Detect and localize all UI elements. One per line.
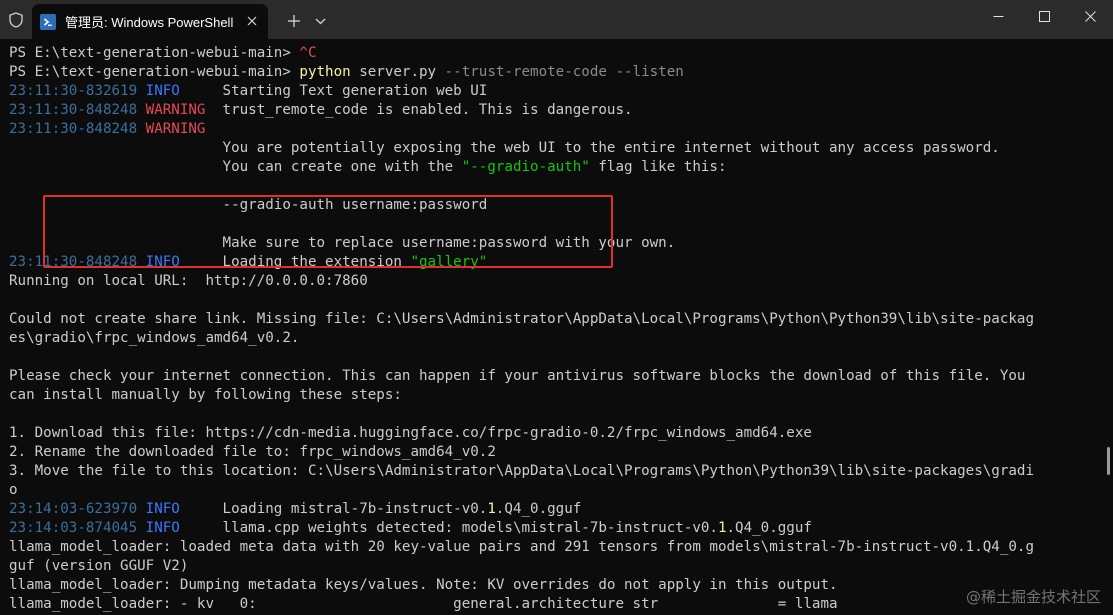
terminal-text: flag like this: — [589, 159, 727, 175]
terminal-text: PS E:\text-generation-webui-main> — [9, 64, 300, 80]
terminal-line: llama_model_loader: Dumping metadata key… — [9, 576, 838, 595]
terminal-text: can install manually by following these … — [9, 387, 402, 403]
terminal-text: Loading mistral-7b-instruct-v0. — [179, 501, 488, 517]
terminal-text: PS E:\text-generation-webui-main> — [9, 45, 300, 61]
terminal-text: --trust-remote-code --listen — [444, 64, 684, 80]
terminal-text: llama.cpp weights detected: models\mistr… — [179, 520, 718, 536]
plus-icon — [288, 15, 300, 27]
terminal-line: 23:11:30-848248 INFO Loading the extensi… — [9, 253, 487, 272]
maximize-icon — [1038, 10, 1050, 22]
terminal-text: 23:14:03-874045 — [9, 520, 138, 536]
terminal-text: 1 — [717, 520, 727, 536]
terminal-line: You are potentially exposing the web UI … — [9, 139, 1000, 158]
terminal-line: 23:11:30-848248 WARNING — [9, 120, 205, 139]
terminal-line: Please check your internet connection. T… — [9, 367, 1025, 386]
terminal-text: es\gradio\frpc_windows_amd64_v0.2. — [9, 330, 300, 346]
new-tab-button[interactable] — [280, 7, 308, 35]
powershell-icon — [40, 13, 56, 30]
minimize-button[interactable] — [975, 0, 1021, 32]
terminal-line: --gradio-auth username:password — [9, 196, 488, 215]
terminal-text: INFO — [145, 520, 180, 536]
close-icon — [1084, 10, 1096, 22]
tab-powershell[interactable]: 管理员: Windows PowerShell — [32, 4, 268, 39]
minimize-icon — [993, 15, 1003, 17]
title-bar: 管理员: Windows PowerShell — [0, 0, 1113, 39]
terminal-text: INFO — [145, 501, 180, 517]
terminal-line: Could not create share link. Missing fil… — [9, 310, 1034, 329]
terminal-text: o — [9, 482, 18, 498]
terminal-text: .Q4_0.gguf — [726, 520, 812, 536]
tab-close-icon[interactable] — [244, 13, 260, 29]
terminal-text: 23:11:30-832619 — [9, 83, 138, 99]
tab-dropdown-button[interactable] — [308, 7, 332, 35]
terminal-text: Please check your internet connection. T… — [9, 368, 1026, 384]
tab-title: 管理员: Windows PowerShell — [65, 15, 234, 30]
terminal-line: 3. Move the file to this location: C:\Us… — [9, 462, 1034, 481]
terminal-text: 23:11:30-848248 — [9, 254, 138, 270]
terminal-text: Loading the extension — [179, 254, 411, 270]
terminal-text: trust_remote_code is enabled. This is da… — [205, 102, 633, 118]
terminal-text: You are potentially exposing the web UI … — [9, 140, 1000, 156]
terminal-text: 23:11:30-848248 — [9, 102, 138, 118]
terminal-text: INFO — [145, 83, 180, 99]
terminal-line: 23:11:30-848248 WARNING trust_remote_cod… — [9, 101, 633, 120]
terminal-text: llama_model_loader: loaded meta data wit… — [9, 539, 1034, 555]
terminal-text: WARNING — [145, 121, 206, 137]
terminal-line: PS E:\text-generation-webui-main> ^C — [9, 44, 317, 63]
terminal-line: 23:11:30-832619 INFO Starting Text gener… — [9, 82, 487, 101]
terminal-text: llama_model_loader: - kv 0: general.arch… — [9, 596, 838, 612]
terminal-text: WARNING — [145, 102, 206, 118]
terminal-output[interactable]: PS E:\text-generation-webui-main> ^C PS E… — [0, 39, 1102, 615]
terminal-text: guf (version GGUF V2) — [9, 558, 189, 574]
terminal-text: INFO — [145, 254, 180, 270]
terminal-line: 23:14:03-874045 INFO llama.cpp weights d… — [9, 519, 812, 538]
terminal-text: 3. Move the file to this location: C:\Us… — [9, 463, 1034, 479]
terminal-text: You can create one with the — [9, 159, 462, 175]
terminal-line: llama_model_loader: - kv 0: general.arch… — [9, 595, 838, 614]
terminal-text: Running on local URL: http://0.0.0.0:786… — [9, 273, 368, 289]
scrollbar-thumb[interactable] — [1107, 447, 1110, 475]
terminal-line: You can create one with the "--gradio-au… — [9, 158, 727, 177]
terminal-text: 23:14:03-623970 — [9, 501, 138, 517]
terminal-text: python — [299, 64, 351, 80]
terminal-text: 23:11:30-848248 — [9, 121, 138, 137]
terminal-text: Starting Text generation web UI — [179, 83, 488, 99]
terminal-line: can install manually by following these … — [9, 386, 402, 405]
terminal-line: llama_model_loader: loaded meta data wit… — [9, 538, 1034, 557]
scrollbar[interactable] — [1102, 39, 1113, 615]
terminal-line: 23:14:03-623970 INFO Loading mistral-7b-… — [9, 500, 581, 519]
terminal-text: Make sure to replace username:password w… — [9, 235, 676, 251]
terminal-line: Running on local URL: http://0.0.0.0:786… — [9, 272, 368, 291]
watermark: @稀土掘金技术社区 — [965, 588, 1101, 606]
terminal-line: guf (version GGUF V2) — [9, 557, 188, 576]
maximize-button[interactable] — [1021, 0, 1067, 32]
terminal-line: Make sure to replace username:password w… — [9, 234, 676, 253]
terminal-text: .Q4_0.gguf — [495, 501, 582, 517]
terminal-text: ^C — [299, 45, 317, 61]
terminal-text: 1 — [487, 501, 496, 517]
terminal-text: 2. Rename the downloaded file to: frpc_w… — [9, 444, 496, 460]
terminal-line: 2. Rename the downloaded file to: frpc_w… — [9, 443, 496, 462]
chevron-down-icon — [315, 18, 325, 25]
close-button[interactable] — [1067, 0, 1113, 32]
shield-icon — [0, 0, 32, 39]
terminal-line: 1. Download this file: https://cdn-media… — [9, 424, 812, 443]
terminal-text: "gallery" — [410, 254, 488, 270]
terminal-line: es\gradio\frpc_windows_amd64_v0.2. — [9, 329, 299, 348]
terminal-text: 1. Download this file: https://cdn-media… — [9, 425, 812, 441]
terminal-line: PS E:\text-generation-webui-main> python… — [9, 63, 684, 82]
terminal-text: Could not create share link. Missing fil… — [9, 311, 1034, 327]
terminal-text: "--gradio-auth" — [461, 159, 590, 175]
terminal-line: o — [9, 481, 18, 500]
terminal-text: llama_model_loader: Dumping metadata key… — [9, 577, 838, 593]
terminal-text: --gradio-auth username:password — [9, 197, 488, 213]
terminal-text: server.py — [350, 64, 445, 80]
